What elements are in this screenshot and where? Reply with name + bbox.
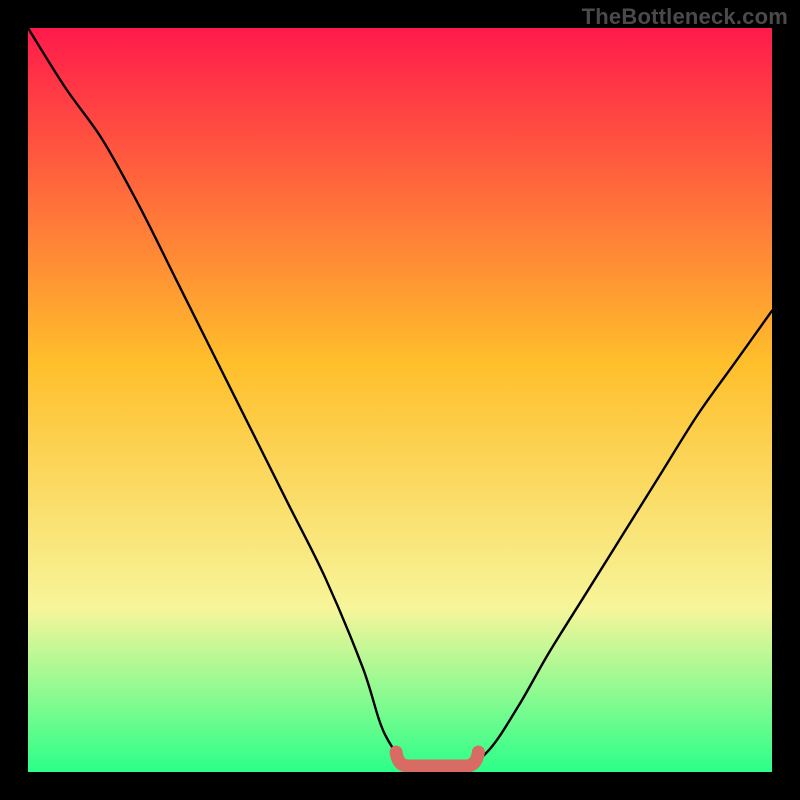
plot-area [28,28,772,772]
watermark-text: TheBottleneck.com [582,4,788,30]
bottleneck-chart [28,28,772,772]
gradient-background [28,28,772,772]
chart-frame: TheBottleneck.com [0,0,800,800]
